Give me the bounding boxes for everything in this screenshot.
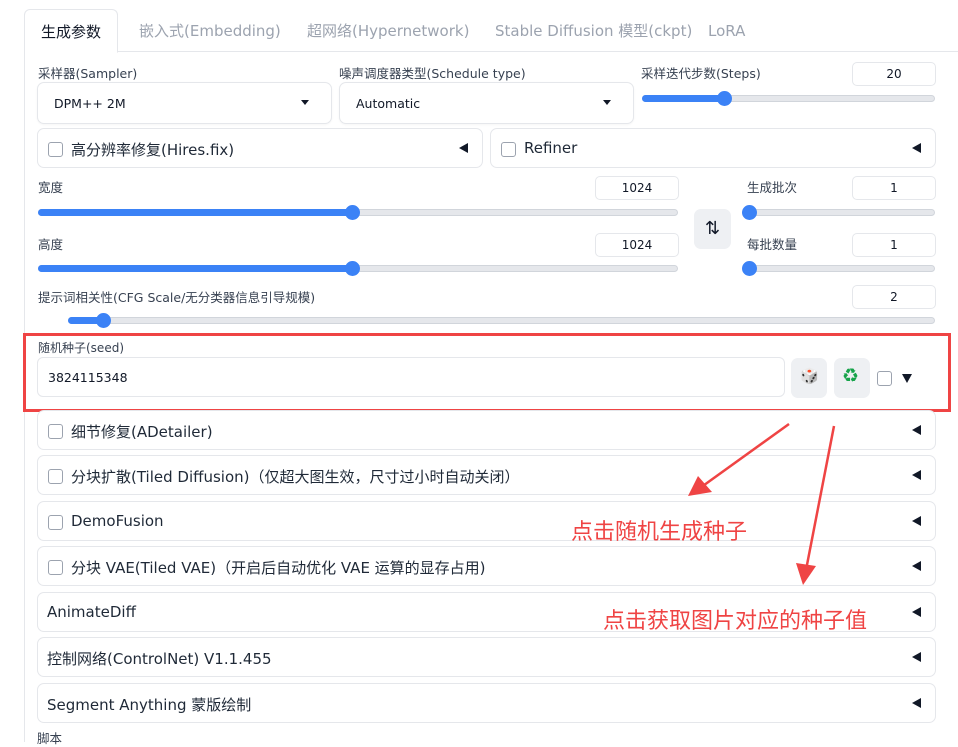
slider-thumb[interactable] bbox=[742, 205, 757, 220]
cfg-label: 提示词相关性(CFG Scale/无分类器信息引导规模) bbox=[38, 290, 316, 305]
annotation-random-seed: 点击随机生成种子 bbox=[571, 520, 748, 545]
steps-slider[interactable] bbox=[642, 90, 935, 106]
segment-anything-accordion[interactable]: Segment Anything 蒙版绘制 bbox=[37, 683, 936, 723]
batch-count-slider[interactable] bbox=[742, 204, 935, 220]
adetailer-label: 细节修复(ADetailer) bbox=[71, 423, 213, 441]
height-slider[interactable] bbox=[38, 260, 678, 276]
demofusion-checkbox[interactable] bbox=[48, 515, 63, 530]
seed-input[interactable]: 3824115348 bbox=[37, 357, 785, 397]
batch-count-label: 生成批次 bbox=[747, 180, 798, 195]
collapse-triangle-icon[interactable] bbox=[912, 470, 921, 480]
batch-size-label: 每批数量 bbox=[747, 237, 798, 252]
tiled-diffusion-accordion[interactable]: 分块扩散(Tiled Diffusion)（仅超大图生效，尺寸过小时自动关闭） bbox=[37, 455, 936, 495]
width-input[interactable]: 1024 bbox=[595, 176, 679, 200]
seed-extra-checkbox[interactable] bbox=[877, 371, 892, 386]
random-seed-button[interactable]: 🎲 bbox=[791, 358, 827, 398]
adetailer-accordion[interactable]: 细节修复(ADetailer) bbox=[37, 410, 936, 450]
steps-input[interactable]: 20 bbox=[852, 62, 936, 86]
sampler-dropdown[interactable]: DPM++ 2M bbox=[37, 82, 332, 124]
cfg-input[interactable]: 2 bbox=[852, 285, 936, 309]
height-input[interactable]: 1024 bbox=[595, 233, 679, 257]
demofusion-label: DemoFusion bbox=[71, 512, 164, 530]
reuse-seed-button[interactable]: ♻ bbox=[834, 358, 870, 398]
collapse-triangle-icon[interactable] bbox=[912, 143, 921, 153]
refiner-checkbox[interactable] bbox=[501, 142, 516, 157]
hires-fix-label: 高分辨率修复(Hires.fix) bbox=[71, 141, 235, 159]
tab-bar: 生成参数 嵌入式(Embedding) 超网络(Hypernetwork) St… bbox=[24, 9, 958, 53]
collapse-triangle-icon[interactable] bbox=[912, 652, 921, 662]
swap-vertical-icon: ⇅ bbox=[704, 218, 721, 239]
tiled-diffusion-label: 分块扩散(Tiled Diffusion)（仅超大图生效，尺寸过小时自动关闭） bbox=[71, 468, 520, 486]
slider-thumb[interactable] bbox=[344, 261, 360, 276]
seed-value: 3824115348 bbox=[48, 370, 128, 385]
tab-hypernetwork[interactable]: 超网络(Hypernetwork) bbox=[307, 9, 469, 53]
hires-fix-checkbox[interactable] bbox=[48, 142, 63, 157]
width-slider[interactable] bbox=[38, 204, 678, 220]
seed-label: 随机种子(seed) bbox=[38, 341, 124, 355]
expand-triangle-icon[interactable] bbox=[902, 374, 912, 383]
swap-dimensions-button[interactable]: ⇅ bbox=[694, 209, 731, 249]
controlnet-accordion[interactable]: 控制网络(ControlNet) V1.1.455 bbox=[37, 637, 936, 677]
tiled-vae-label: 分块 VAE(Tiled VAE)（开启后自动优化 VAE 运算的显存占用) bbox=[71, 559, 486, 577]
tab-generation-params[interactable]: 生成参数 bbox=[24, 9, 119, 53]
script-label: 脚本 bbox=[37, 731, 63, 746]
hires-fix-accordion[interactable]: 高分辨率修复(Hires.fix) bbox=[37, 128, 483, 168]
collapse-triangle-icon[interactable] bbox=[912, 561, 921, 571]
batch-size-input[interactable]: 1 bbox=[852, 233, 936, 257]
slider-thumb[interactable] bbox=[717, 91, 733, 106]
tiled-vae-checkbox[interactable] bbox=[48, 560, 63, 575]
height-label: 高度 bbox=[38, 237, 64, 252]
sampler-label: 采样器(Sampler) bbox=[38, 66, 138, 81]
steps-label: 采样迭代步数(Steps) bbox=[641, 66, 761, 81]
collapse-triangle-icon[interactable] bbox=[459, 143, 468, 153]
annotation-reuse-seed: 点击获取图片对应的种子值 bbox=[603, 609, 868, 634]
recycle-icon: ♻ bbox=[842, 365, 860, 387]
tiled-diffusion-checkbox[interactable] bbox=[48, 469, 63, 484]
sampler-value: DPM++ 2M bbox=[54, 96, 126, 111]
tab-sd-checkpoint[interactable]: Stable Diffusion 模型(ckpt) bbox=[495, 9, 692, 53]
adetailer-checkbox[interactable] bbox=[48, 424, 63, 439]
collapse-triangle-icon[interactable] bbox=[912, 698, 921, 708]
batch-count-input[interactable]: 1 bbox=[852, 176, 936, 200]
schedule-value: Automatic bbox=[356, 96, 421, 111]
refiner-label: Refiner bbox=[524, 139, 578, 157]
slider-thumb[interactable] bbox=[344, 205, 360, 220]
refiner-accordion[interactable]: Refiner bbox=[490, 128, 936, 168]
schedule-label: 噪声调度器类型(Schedule type) bbox=[339, 66, 526, 81]
collapse-triangle-icon[interactable] bbox=[912, 425, 921, 435]
segment-anything-label: Segment Anything 蒙版绘制 bbox=[47, 696, 252, 714]
dice-icon: 🎲 bbox=[800, 367, 819, 385]
cfg-slider[interactable] bbox=[68, 312, 935, 328]
batch-size-slider[interactable] bbox=[742, 260, 935, 276]
tiled-vae-accordion[interactable]: 分块 VAE(Tiled VAE)（开启后自动优化 VAE 运算的显存占用) bbox=[37, 546, 936, 586]
chevron-down-icon bbox=[301, 100, 309, 105]
width-label: 宽度 bbox=[38, 180, 64, 195]
animatediff-label: AnimateDiff bbox=[47, 603, 136, 621]
tab-embedding[interactable]: 嵌入式(Embedding) bbox=[139, 9, 281, 53]
schedule-dropdown[interactable]: Automatic bbox=[339, 82, 634, 124]
collapse-triangle-icon[interactable] bbox=[912, 607, 921, 617]
chevron-down-icon bbox=[603, 100, 611, 105]
slider-thumb[interactable] bbox=[95, 313, 111, 328]
slider-thumb[interactable] bbox=[742, 261, 757, 276]
demofusion-accordion[interactable]: DemoFusion bbox=[37, 501, 936, 541]
controlnet-label: 控制网络(ControlNet) V1.1.455 bbox=[47, 650, 272, 668]
tab-lora[interactable]: LoRA bbox=[708, 9, 745, 53]
collapse-triangle-icon[interactable] bbox=[912, 516, 921, 526]
